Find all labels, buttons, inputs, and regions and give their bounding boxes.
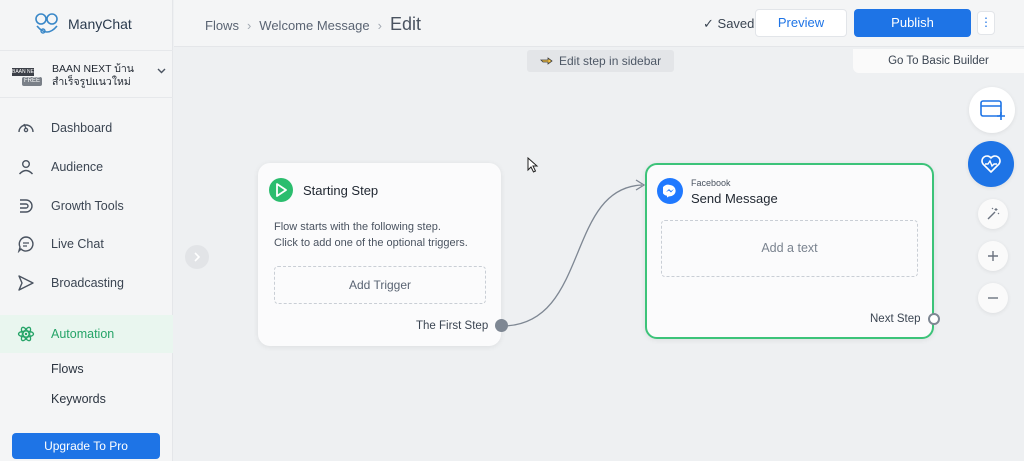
sidebar-item-label: Growth Tools: [51, 199, 124, 213]
heart-pulse-icon: [981, 155, 1001, 173]
sidebar-item-label: Dashboard: [51, 121, 113, 135]
sidebar-item-label: Live Chat: [51, 237, 104, 251]
save-status: ✓ Saved: [703, 16, 754, 32]
person-icon: [18, 160, 34, 175]
description-line: Flow starts with the following step.: [274, 221, 441, 233]
account-name: BAAN NEXT บ้านสำเร็จรูปแนวใหม่: [52, 63, 134, 88]
more-options-button[interactable]: ⋮: [977, 11, 995, 35]
starting-step-description: Flow starts with the following step. Cli…: [274, 219, 494, 251]
magic-wand-button[interactable]: [978, 199, 1008, 229]
magic-wand-icon: [987, 207, 1000, 220]
sidebar-item-dashboard[interactable]: Dashboard: [0, 109, 173, 147]
breadcrumb-welcome-message[interactable]: Welcome Message: [259, 18, 369, 33]
growth-icon: [20, 199, 33, 213]
plus-icon: [988, 251, 998, 261]
first-step-output-label: The First Step: [416, 320, 489, 332]
breadcrumb-flows[interactable]: Flows: [205, 18, 239, 33]
add-card-icon: [980, 100, 1005, 120]
atom-icon: [17, 326, 35, 342]
sidebar-subitem-keywords[interactable]: Keywords: [51, 392, 106, 406]
description-line: Click to add one of the optional trigger…: [274, 237, 468, 249]
messenger-icon: [657, 178, 683, 204]
sidebar-item-label: Broadcasting: [51, 276, 124, 290]
breadcrumb-separator-icon: ›: [246, 18, 252, 33]
edit-hint: Edit step in sidebar: [527, 50, 674, 72]
channel-label: Facebook: [691, 178, 731, 188]
starting-step-title: Starting Step: [303, 183, 379, 198]
minus-icon: [988, 297, 998, 299]
manychat-logo-icon: [35, 13, 58, 34]
add-trigger-button[interactable]: Add Trigger: [274, 266, 486, 304]
sidebar-item-broadcasting[interactable]: Broadcasting: [0, 264, 173, 302]
chevron-down-icon: [157, 68, 166, 74]
page-title: Edit: [389, 14, 421, 34]
saved-label: Saved: [717, 16, 755, 31]
brand-logo[interactable]: ManyChat: [34, 12, 132, 36]
sidebar-item-automation[interactable]: Automation: [0, 315, 173, 353]
expand-sidebar-button[interactable]: [185, 245, 209, 269]
play-icon: [269, 178, 293, 202]
breadcrumb-separator-icon: ›: [377, 18, 382, 33]
sidebar-item-growth-tools[interactable]: Growth Tools: [0, 187, 173, 225]
sidebar-item-audience[interactable]: Audience: [0, 148, 173, 186]
sidebar-item-label: Audience: [51, 160, 104, 174]
upgrade-button[interactable]: Upgrade To Pro: [12, 433, 160, 459]
pointing-hand-icon: [540, 57, 553, 65]
basic-builder-button[interactable]: Go To Basic Builder: [853, 49, 1024, 73]
account-logo: BAAN NE FREE: [12, 68, 44, 88]
chat-icon: [17, 236, 34, 253]
account-switcher[interactable]: BAAN NE FREE BAAN NEXT บ้านสำเร็จรูปแนวใ…: [0, 50, 173, 98]
next-step-connector-handle[interactable]: [928, 313, 940, 325]
mouse-cursor-icon: [527, 157, 539, 173]
publish-button[interactable]: Publish: [854, 9, 971, 37]
output-connector-handle[interactable]: [495, 319, 508, 332]
sidebar-subitem-flows[interactable]: Flows: [51, 362, 84, 376]
breadcrumb: Flows › Welcome Message › Edit: [205, 14, 421, 35]
plan-badge: FREE: [22, 77, 43, 86]
preview-button[interactable]: Preview: [755, 9, 847, 37]
check-icon: ✓: [703, 16, 714, 31]
sidebar: ManyChat BAAN NE FREE BAAN NEXT บ้านสำเร…: [0, 0, 173, 461]
gauge-icon: [18, 123, 34, 133]
starting-step-node[interactable]: Starting Step Flow starts with the follo…: [258, 163, 508, 346]
account-logo-text: BAAN NE: [12, 68, 34, 76]
next-step-output-label: Next Step: [870, 313, 921, 325]
sidebar-item-live-chat[interactable]: Live Chat: [0, 225, 173, 263]
add-step-button[interactable]: [969, 87, 1015, 133]
zoom-out-button[interactable]: [978, 283, 1008, 313]
zoom-in-button[interactable]: [978, 241, 1008, 271]
send-icon: [18, 275, 34, 291]
edit-hint-label: Edit step in sidebar: [559, 54, 662, 68]
chevron-right-icon: [194, 252, 201, 262]
sidebar-item-label: Automation: [51, 327, 115, 341]
add-text-button[interactable]: Add a text: [661, 220, 918, 277]
health-check-button[interactable]: [968, 141, 1014, 187]
send-message-node[interactable]: Facebook Send Message Add a text Next St…: [645, 163, 940, 339]
brand-name: ManyChat: [68, 16, 132, 32]
send-message-title: Send Message: [691, 191, 778, 206]
top-bar: Flows › Welcome Message › Edit ✓ Saved P…: [174, 0, 1024, 47]
